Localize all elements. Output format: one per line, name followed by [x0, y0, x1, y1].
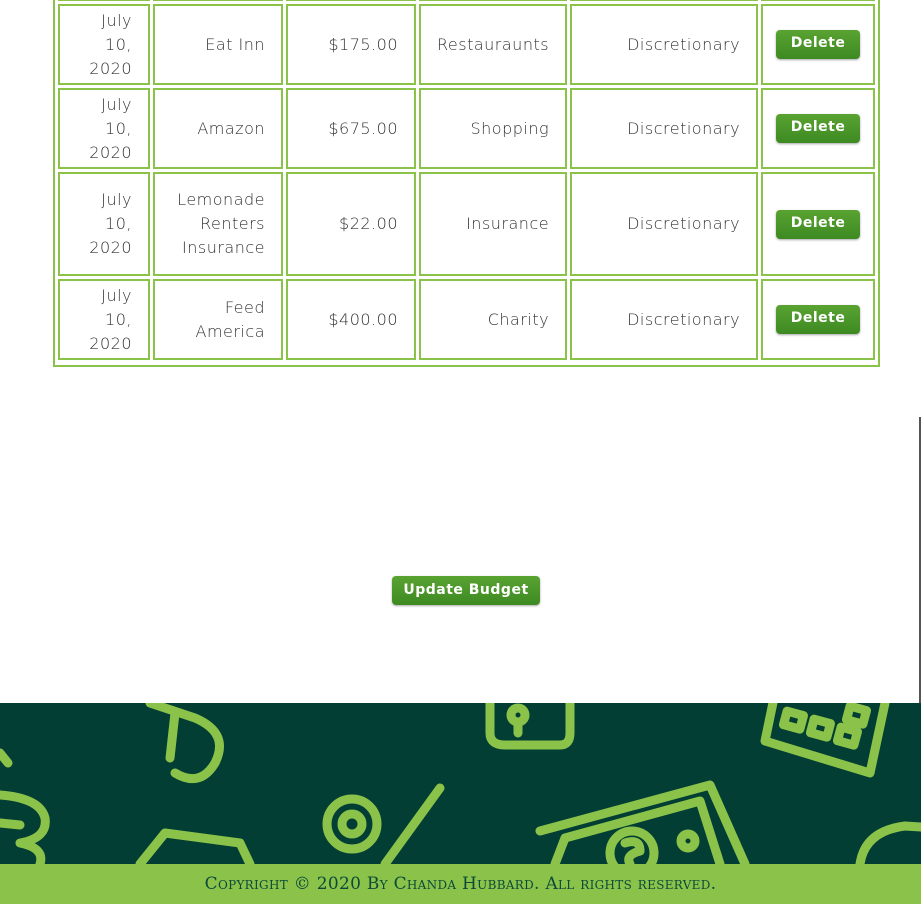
footer-decoration: [0, 703, 921, 864]
table-cell: [761, 0, 875, 1]
copyright-bar: Copyright © 2020 By Chanda Hubbard. All …: [0, 864, 921, 904]
table-cell: [286, 0, 416, 1]
date-cell: July 10, 2020: [58, 172, 150, 276]
money-bill-icon: [535, 780, 750, 864]
type-cell: Discretionary: [570, 88, 759, 169]
table-cell: [570, 0, 759, 1]
update-budget-button[interactable]: Update Budget: [392, 576, 540, 605]
type-cell: Discretionary: [570, 172, 759, 276]
calculator-icon: [760, 703, 890, 778]
delete-button[interactable]: Delete: [776, 30, 861, 59]
date-cell: July 10, 2020: [58, 4, 150, 85]
action-cell: Delete: [761, 279, 875, 360]
action-cell: Delete: [761, 88, 875, 169]
table-row: July 10, 2020 Feed America $400.00 Chari…: [58, 279, 875, 360]
tag-icon: [135, 828, 255, 864]
category-cell: Charity: [419, 279, 568, 360]
table-cell: [58, 0, 150, 1]
finance-icons-pattern: [0, 703, 921, 864]
table-cell: [153, 0, 283, 1]
category-cell: Restauraunts: [419, 4, 568, 85]
date-cell: July 10, 2020: [58, 279, 150, 360]
table-row: July 10, 2020 Lemonade Renters Insurance…: [58, 172, 875, 276]
delete-button[interactable]: Delete: [776, 114, 861, 143]
copyright-text: Copyright © 2020 By Chanda Hubbard. All …: [204, 874, 717, 894]
delete-button[interactable]: Delete: [776, 305, 861, 334]
category-cell: Shopping: [419, 88, 568, 169]
amount-cell: $675.00: [286, 88, 416, 169]
amount-cell: $22.00: [286, 172, 416, 276]
amount-cell: $175.00: [286, 4, 416, 85]
table-row-partial: [58, 0, 875, 1]
delete-button[interactable]: Delete: [776, 209, 861, 239]
percent-icon: [322, 783, 445, 864]
action-cell: Delete: [761, 172, 875, 276]
action-cell: Delete: [761, 4, 875, 85]
amount-cell: $400.00: [286, 279, 416, 360]
date-cell: July 10, 2020: [58, 88, 150, 169]
payee-cell: Lemonade Renters Insurance: [153, 172, 283, 276]
letter-b-icon: [0, 748, 50, 864]
type-cell: Discretionary: [570, 4, 759, 85]
expense-table: July 10, 2020 Eat Inn $175.00 Restauraun…: [53, 0, 880, 367]
table-row: July 10, 2020 Amazon $675.00 Shopping Di…: [58, 88, 875, 169]
payee-cell: Feed America: [153, 279, 283, 360]
payee-cell: Eat Inn: [153, 4, 283, 85]
table-row: July 10, 2020 Eat Inn $175.00 Restauraun…: [58, 4, 875, 85]
type-cell: Discretionary: [570, 279, 759, 360]
table-cell: [419, 0, 568, 1]
payee-cell: Amazon: [153, 88, 283, 169]
pie-chart-icon: [855, 821, 921, 864]
dollar-icon: [145, 703, 224, 784]
category-cell: Insurance: [419, 172, 568, 276]
bell-icon: [485, 703, 575, 750]
